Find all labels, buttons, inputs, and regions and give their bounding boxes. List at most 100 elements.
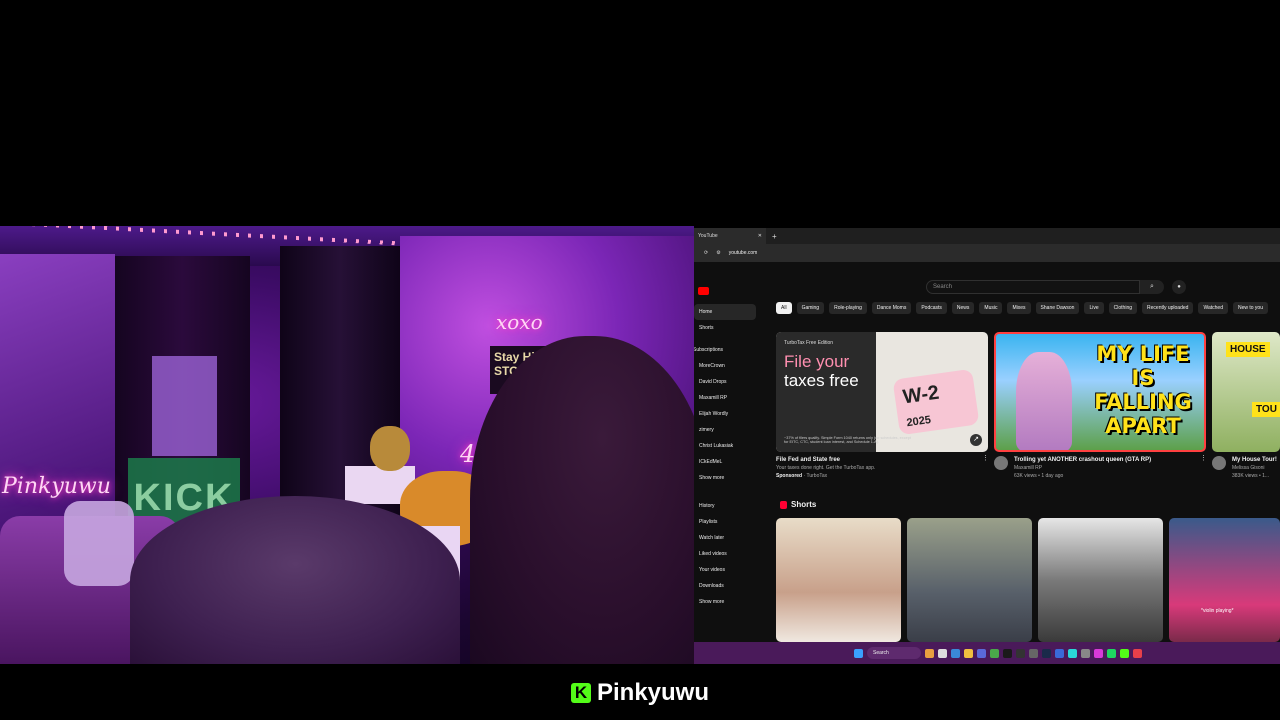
short-thumbnail[interactable]: *violin playing*	[1169, 518, 1280, 642]
chrome-icon[interactable]	[990, 648, 999, 658]
ad-title[interactable]: File Fed and State free	[776, 456, 875, 464]
sidebar-item-subscriptions[interactable]: Subscriptions	[694, 342, 766, 358]
sidebar-item-liked-videos[interactable]: Liked videos	[694, 546, 766, 562]
more-options-icon[interactable]: ⋮	[982, 454, 989, 462]
chip[interactable]: Mixes	[1007, 302, 1031, 314]
app-icon[interactable]	[1055, 648, 1064, 658]
advertiser[interactable]: TurboTax	[806, 473, 827, 479]
widget-icon[interactable]	[925, 648, 934, 658]
streamer-head	[470, 336, 694, 664]
streamer-name: Pinkyuwu	[596, 679, 710, 706]
chip[interactable]: News	[951, 302, 975, 314]
channel-avatar[interactable]	[994, 456, 1008, 470]
w2-badge: W-2 2025	[892, 368, 980, 436]
app-icon[interactable]	[1003, 648, 1012, 658]
chip[interactable]: New to you	[1232, 302, 1268, 314]
channel-avatar[interactable]	[1212, 456, 1226, 470]
video-meta: My House Tour! Melissa Gisoni 383K views…	[1232, 456, 1280, 480]
video-thumbnail[interactable]: MY LIFE IS FALLING APART	[994, 332, 1206, 452]
kick-logo-icon: K	[570, 683, 591, 703]
short-thumbnail[interactable]	[776, 518, 901, 642]
youtube-play-icon	[698, 286, 709, 295]
video-thumbnail[interactable]: HOUSE TOU	[1212, 332, 1280, 452]
youtube-logo[interactable]	[698, 282, 736, 295]
edge-icon[interactable]	[951, 648, 960, 658]
app-icon[interactable]	[1081, 648, 1090, 658]
sidebar-item-playlists[interactable]: Playlists	[694, 514, 766, 530]
microphone-icon[interactable]: ●	[1172, 280, 1186, 294]
sidebar-show-more[interactable]: Show more	[694, 594, 766, 610]
search-icon[interactable]: ⌕	[1140, 280, 1164, 294]
spotify-icon[interactable]	[1107, 648, 1116, 658]
shorts-heading: Shorts	[791, 500, 817, 509]
address-bar[interactable]: ⟳ ⚙ youtube.com	[694, 244, 1280, 262]
app-icon[interactable]	[1029, 648, 1038, 658]
chip-all[interactable]: All	[776, 302, 792, 314]
chip[interactable]: Live	[1084, 302, 1104, 314]
external-link-icon[interactable]: ↗	[970, 434, 982, 446]
reload-icon[interactable]: ⟳	[704, 250, 708, 256]
sidebar-channel[interactable]: Christ Lukasiak	[694, 438, 766, 454]
sidebar-channel[interactable]: ICkEdMeL	[694, 454, 766, 470]
thumbnail-text: TOU	[1252, 402, 1280, 417]
thumbnail-text: MY LIFE IS FALLING APART	[1094, 342, 1192, 438]
ad-edition: TurboTax Free Edition	[784, 340, 834, 346]
channel-name[interactable]: Melissa Gisoni	[1232, 464, 1280, 472]
webcam-view: xoxo Stay Hi... STONER 42 KICK Pinkyuwu	[0, 226, 694, 664]
sidebar-channel[interactable]: zimery	[694, 422, 766, 438]
chip[interactable]: Recently uploaded	[1142, 302, 1194, 314]
short-thumbnail[interactable]	[907, 518, 1032, 642]
short-thumbnail[interactable]	[1038, 518, 1163, 642]
sidebar-item-watch-later[interactable]: Watch later	[694, 530, 766, 546]
sidebar-item-history[interactable]: History	[694, 498, 766, 514]
steam-icon[interactable]	[1042, 648, 1051, 658]
task-view-icon[interactable]	[938, 648, 947, 658]
chip[interactable]: Shane Dawson	[1035, 302, 1080, 314]
start-icon[interactable]	[854, 648, 863, 658]
new-tab-icon[interactable]: +	[772, 232, 777, 241]
sidebar-channel[interactable]: MoreCrown	[694, 358, 766, 374]
sidebar-item-your-videos[interactable]: Your videos	[694, 562, 766, 578]
video-title[interactable]: My House Tour!	[1232, 456, 1280, 464]
channel-name[interactable]: Maxamill RP	[1014, 464, 1151, 472]
browser-tab[interactable]: YouTube ✕	[694, 228, 766, 244]
chip[interactable]: Dance Moms	[871, 302, 912, 314]
app-icon[interactable]	[1094, 648, 1103, 658]
ad-meta: File Fed and State free Your taxes done …	[776, 456, 876, 479]
video-stats: 383K views • 1...	[1232, 473, 1270, 479]
sidebar-item-home[interactable]: Home	[694, 304, 756, 320]
sidebar-item-downloads[interactable]: Downloads	[694, 578, 766, 594]
close-tab-icon[interactable]: ✕	[758, 233, 762, 239]
video-title[interactable]: Trolling yet ANOTHER crashout queen (GTA…	[1014, 456, 1151, 464]
browser-tabbar: YouTube ✕ +	[694, 228, 1280, 244]
folder-icon[interactable]	[964, 648, 973, 658]
site-info-icon[interactable]: ⚙	[716, 250, 720, 256]
taskbar-search[interactable]: Search	[867, 647, 921, 659]
streamer-brand: K Pinkyuwu	[0, 670, 1280, 716]
ad-thumbnail[interactable]: TurboTax Free Edition File your taxes fr…	[776, 332, 988, 452]
app-icon[interactable]	[1133, 648, 1142, 658]
sidebar-item-shorts[interactable]: Shorts	[694, 320, 766, 336]
short-caption: *violin playing*	[1201, 608, 1234, 614]
search-input[interactable]: Search	[926, 280, 1140, 294]
chip[interactable]: Clothing	[1108, 302, 1138, 314]
neon-name-sign: Pinkyuwu	[2, 474, 111, 499]
sidebar-channel[interactable]: Maxamill RP	[694, 390, 766, 406]
sidebar-channel[interactable]: David Drops	[694, 374, 766, 390]
chip[interactable]: Music	[979, 302, 1003, 314]
discord-icon[interactable]	[977, 648, 986, 658]
w2-label: W-2	[901, 381, 941, 409]
kick-icon[interactable]	[1120, 648, 1129, 658]
plush-toy	[370, 426, 410, 471]
sidebar-show-more[interactable]: Show more	[694, 470, 766, 486]
app-icon[interactable]	[1068, 648, 1077, 658]
obs-icon[interactable]	[1016, 648, 1025, 658]
chip[interactable]: Podcasts	[916, 302, 947, 314]
more-options-icon[interactable]: ⋮	[1200, 454, 1207, 462]
thumbnail-person	[1016, 352, 1072, 450]
ad-headline: File your	[784, 352, 850, 371]
chip[interactable]: Watched	[1198, 302, 1228, 314]
chip[interactable]: Role-playing	[829, 302, 867, 314]
sidebar-channel[interactable]: Elijah Wordly	[694, 406, 766, 422]
chip[interactable]: Gaming	[796, 302, 825, 314]
